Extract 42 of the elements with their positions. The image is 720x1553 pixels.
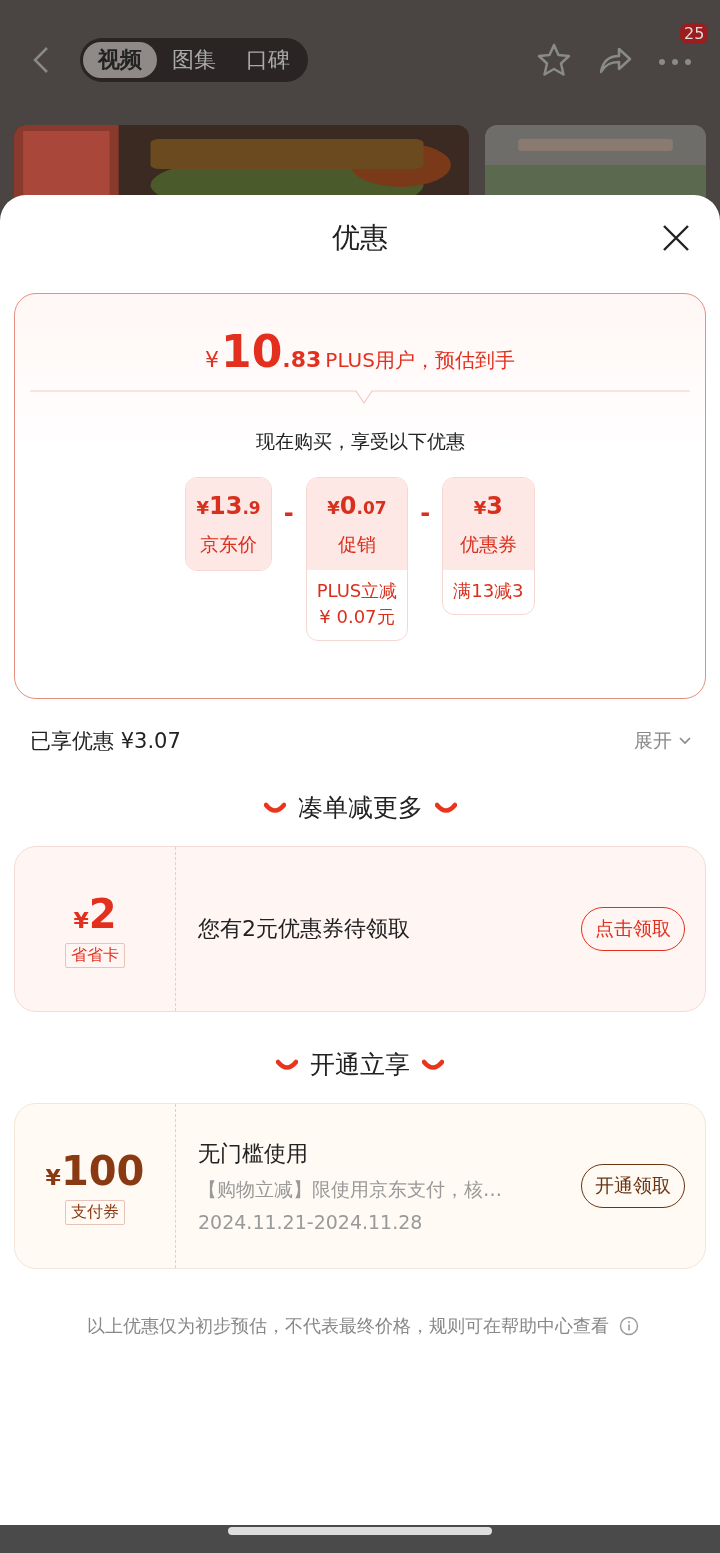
price-detail: ¥ 0.07元	[318, 605, 396, 630]
star-icon[interactable]	[536, 43, 572, 77]
smile-icon	[276, 1058, 298, 1071]
price-detail: 满13减3	[453, 579, 524, 603]
coupon-tag: 省省卡	[65, 942, 125, 968]
price-label: 促销	[337, 532, 376, 557]
more-icon[interactable]	[658, 57, 692, 66]
tab[interactable]: 图集	[157, 42, 231, 78]
coupon-description: 【购物立减】限使用京东支付，核…	[198, 1177, 503, 1202]
minus-sign: -	[283, 499, 294, 527]
price-value: ¥13.9	[196, 492, 261, 520]
info-icon[interactable]	[618, 1316, 639, 1336]
price-value: ¥0.07	[327, 492, 387, 520]
expand-button[interactable]: 展开	[634, 728, 692, 754]
price-value: ¥3	[473, 492, 503, 520]
notification-badge: 25	[680, 22, 709, 44]
coupon-dates: 2024.11.21-2024.11.28	[198, 1211, 424, 1233]
chevron-down-icon	[678, 736, 692, 746]
coupon-amount: ¥100	[45, 1147, 145, 1194]
smile-icon	[422, 1058, 444, 1071]
tab[interactable]: 视频	[83, 42, 157, 78]
price-label: 优惠券	[459, 532, 517, 557]
minus-sign: -	[420, 499, 431, 527]
estimated-price: ¥10.83 PLUS用户，预估到手	[205, 326, 515, 377]
subtitle: 现在购买，享受以下优惠	[255, 429, 465, 454]
tab[interactable]: 口碑	[231, 42, 305, 78]
section-heading: 凑单减更多	[297, 792, 423, 824]
sheet-title: 优惠	[332, 220, 388, 256]
share-icon[interactable]	[598, 45, 632, 75]
coupon-title: 无门槛使用	[198, 1140, 309, 1168]
back-icon[interactable]	[32, 45, 50, 75]
smile-icon	[263, 801, 286, 814]
footnote: 以上优惠仅为初步预估，不代表最终价格，规则可在帮助中心查看	[87, 1315, 610, 1336]
price-label: 京东价	[200, 532, 258, 557]
price-detail: PLUS立减	[316, 579, 398, 603]
saved-amount: 已享优惠 ¥3.07	[30, 728, 181, 755]
coupon-title: 您有2元优惠券待领取	[198, 915, 411, 943]
coupon-amount: ¥2	[73, 890, 117, 937]
coupon-tag: 支付券	[65, 1199, 125, 1225]
section-heading: 开通立享	[310, 1049, 410, 1081]
close-icon[interactable]	[662, 224, 690, 252]
smile-icon	[434, 801, 457, 814]
